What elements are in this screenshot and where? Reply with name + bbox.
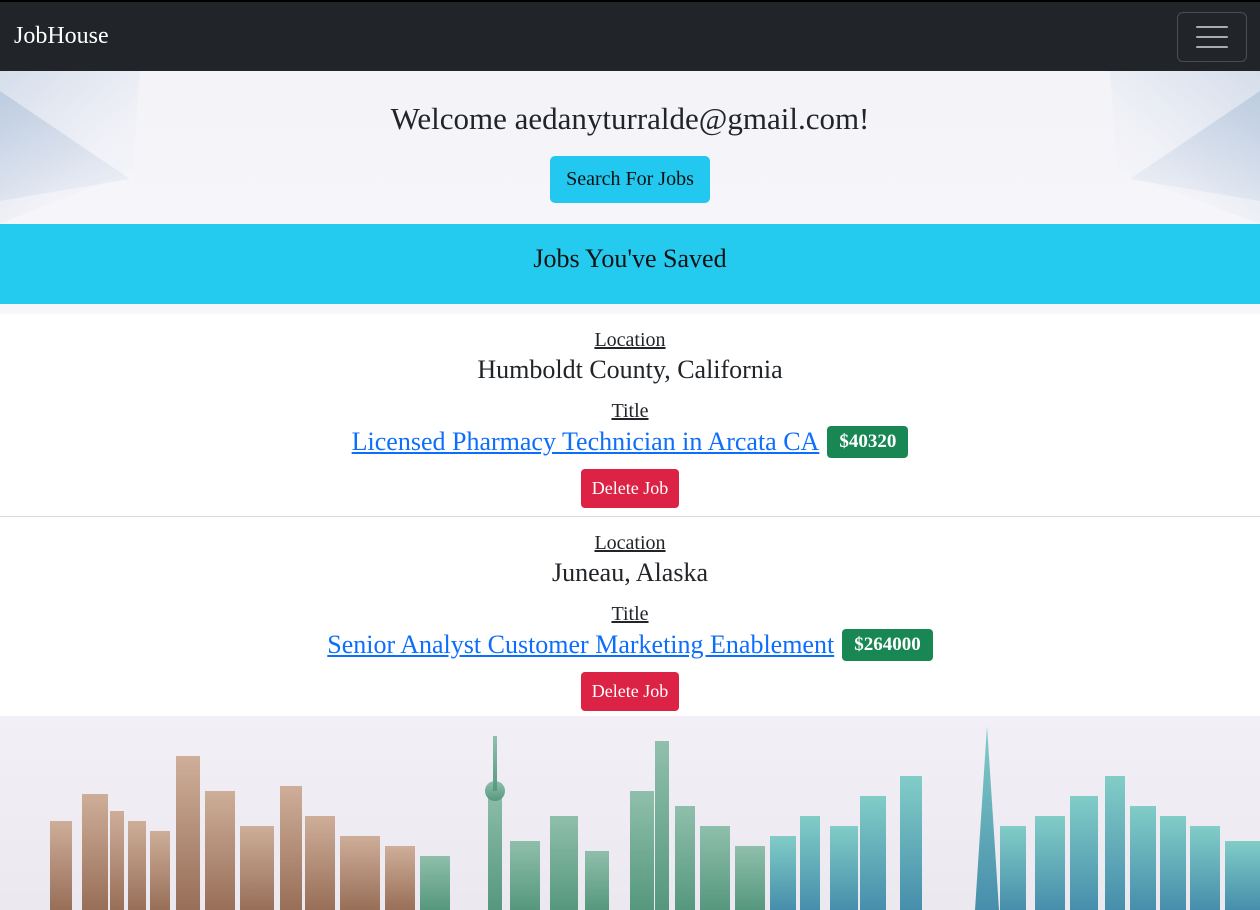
location-label: Location bbox=[594, 329, 666, 351]
salary-badge: $40320 bbox=[827, 426, 909, 458]
skyline-graphic bbox=[50, 726, 1260, 910]
navbar: JobHouse bbox=[0, 0, 1260, 71]
hamburger-menu-icon-bar bbox=[1196, 45, 1228, 48]
hamburger-menu-icon-bar bbox=[1196, 35, 1228, 38]
title-row: Licensed Pharmacy Technician in Arcata C… bbox=[0, 425, 1260, 459]
brand-link[interactable]: JobHouse bbox=[14, 23, 109, 50]
saved-jobs-heading: Jobs You've Saved bbox=[0, 224, 1260, 304]
location-label: Location bbox=[594, 532, 666, 554]
title-label: Title bbox=[611, 400, 649, 422]
search-jobs-button[interactable]: Search For Jobs bbox=[550, 156, 710, 203]
job-title-link[interactable]: Senior Analyst Customer Marketing Enable… bbox=[327, 628, 834, 662]
welcome-hero: Welcome aedanyturralde@gmail.com! Search… bbox=[0, 71, 1260, 224]
job-location: Juneau, Alaska bbox=[552, 558, 708, 587]
salary-badge: $264000 bbox=[842, 629, 933, 661]
title-row: Senior Analyst Customer Marketing Enable… bbox=[0, 628, 1260, 662]
delete-job-button[interactable]: Delete Job bbox=[580, 469, 680, 508]
title-label: Title bbox=[611, 603, 649, 625]
divider bbox=[0, 304, 1260, 314]
job-card: Location Humboldt County, California Tit… bbox=[0, 314, 1260, 516]
delete-job-button[interactable]: Delete Job bbox=[580, 672, 680, 711]
navbar-toggle-button[interactable] bbox=[1177, 11, 1247, 62]
job-title-link[interactable]: Licensed Pharmacy Technician in Arcata C… bbox=[352, 425, 820, 459]
city-skyline-illustration bbox=[0, 716, 1260, 910]
welcome-message: Welcome aedanyturralde@gmail.com! bbox=[390, 101, 870, 136]
hamburger-menu-icon bbox=[1196, 25, 1228, 28]
saved-jobs-list: Location Humboldt County, California Tit… bbox=[0, 314, 1260, 717]
job-card: Location Juneau, Alaska Title Senior Ana… bbox=[0, 516, 1260, 717]
job-location: Humboldt County, California bbox=[477, 355, 783, 384]
